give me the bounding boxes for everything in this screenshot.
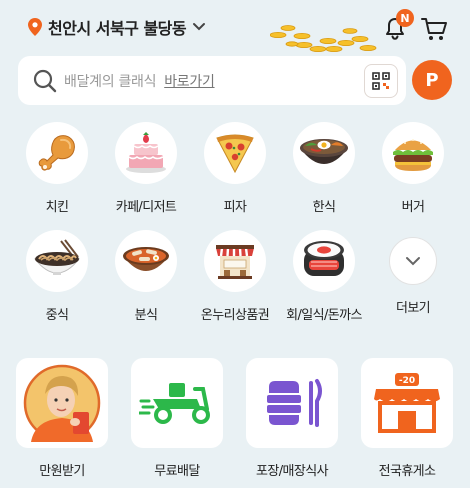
cake-icon bbox=[126, 132, 166, 173]
search-placeholder: 배달계의 클래식 bbox=[64, 73, 157, 90]
coins-decoration-icon bbox=[270, 25, 377, 52]
qr-code-icon bbox=[372, 72, 390, 90]
banner-cash-reward[interactable]: 만원받기 bbox=[16, 358, 108, 479]
notification-badge: N bbox=[396, 9, 414, 27]
burger-icon bbox=[393, 139, 433, 171]
category-label: 온누리상품권 bbox=[200, 308, 270, 323]
promo-person-icon bbox=[23, 364, 101, 442]
category-icon-circle bbox=[115, 230, 177, 292]
category-label: 더보기 bbox=[395, 301, 431, 316]
category-icon-circle bbox=[204, 230, 266, 292]
category-chicken[interactable]: 치킨 bbox=[12, 122, 102, 215]
category-onnuri-voucher[interactable]: 온누리상품권 bbox=[190, 230, 280, 323]
category-icon-circle bbox=[26, 122, 88, 184]
category-cafe-dessert[interactable]: 카페/디저트 bbox=[101, 122, 191, 215]
category-more[interactable]: 더보기 bbox=[368, 230, 458, 316]
category-label: 카페/디저트 bbox=[115, 200, 177, 215]
category-label: 피자 bbox=[223, 200, 247, 215]
category-label: 한식 bbox=[312, 200, 336, 215]
chevron-down-icon bbox=[193, 23, 206, 31]
chicken-leg-icon bbox=[38, 135, 75, 171]
banner-free-delivery[interactable]: 무료배달 bbox=[131, 358, 223, 479]
category-label: 회/일식/돈까스 bbox=[286, 308, 362, 323]
category-icon-circle bbox=[293, 230, 355, 292]
category-chinese[interactable]: 중식 bbox=[12, 230, 102, 323]
banner-rest-stops[interactable]: -20 전국휴게소 bbox=[361, 358, 453, 479]
category-label: 치킨 bbox=[45, 200, 69, 215]
category-burger[interactable]: 버거 bbox=[368, 122, 458, 215]
category-icon-circle bbox=[204, 122, 266, 184]
location-selector[interactable]: 천안시 서북구 불당동 bbox=[28, 15, 206, 39]
banner-card: -20 bbox=[361, 358, 453, 448]
chevron-down-icon bbox=[406, 257, 420, 266]
category-icon-circle bbox=[115, 122, 177, 184]
search-bar[interactable]: 배달계의 클래식 바로가기 bbox=[18, 56, 406, 105]
rest-stop-icon: -20 bbox=[374, 373, 440, 433]
points-button[interactable]: P bbox=[412, 60, 452, 100]
category-icon-circle bbox=[26, 230, 88, 292]
delivery-scooter-icon bbox=[139, 383, 210, 424]
qr-scan-button[interactable] bbox=[364, 64, 398, 98]
cart-icon[interactable] bbox=[420, 16, 448, 42]
banner-takeout-dinein[interactable]: 포장/매장식사 bbox=[246, 358, 338, 479]
category-sushi[interactable]: 회/일식/돈까스 bbox=[279, 230, 369, 323]
category-icon-circle bbox=[293, 122, 355, 184]
market-stall-icon bbox=[216, 245, 254, 279]
banner-label: 포장/매장식사 bbox=[256, 464, 329, 479]
category-label: 중식 bbox=[45, 308, 69, 323]
category-icon-circle bbox=[382, 122, 444, 184]
bibimbap-icon bbox=[300, 139, 348, 164]
more-button-circle bbox=[389, 237, 437, 285]
sushi-roll-icon bbox=[304, 241, 344, 276]
banner-card bbox=[131, 358, 223, 448]
category-korean[interactable]: 한식 bbox=[279, 122, 369, 215]
category-label: 버거 bbox=[401, 200, 425, 215]
search-icon bbox=[33, 69, 57, 92]
search-shortcut-link[interactable]: 바로가기 bbox=[164, 71, 215, 91]
banner-label: 만원받기 bbox=[39, 464, 85, 479]
banner-card bbox=[246, 358, 338, 448]
noodle-bowl-icon bbox=[33, 239, 81, 275]
location-label: 천안시 서북구 불당동 bbox=[48, 19, 187, 38]
banner-label: 전국휴게소 bbox=[378, 464, 436, 479]
banner-label: 무료배달 bbox=[154, 464, 200, 479]
category-snacks[interactable]: 분식 bbox=[101, 230, 191, 323]
category-label: 분식 bbox=[134, 308, 158, 323]
banner-card bbox=[16, 358, 108, 448]
rest-stop-discount-tag: -20 bbox=[399, 376, 415, 386]
pizza-slice-icon bbox=[216, 134, 254, 174]
tteokbokki-icon bbox=[123, 247, 169, 271]
location-pin-icon bbox=[28, 18, 42, 36]
takeout-box-icon bbox=[267, 379, 322, 427]
top-header: 천안시 서북구 불당동 N bbox=[0, 0, 470, 56]
category-pizza[interactable]: 피자 bbox=[190, 122, 280, 215]
